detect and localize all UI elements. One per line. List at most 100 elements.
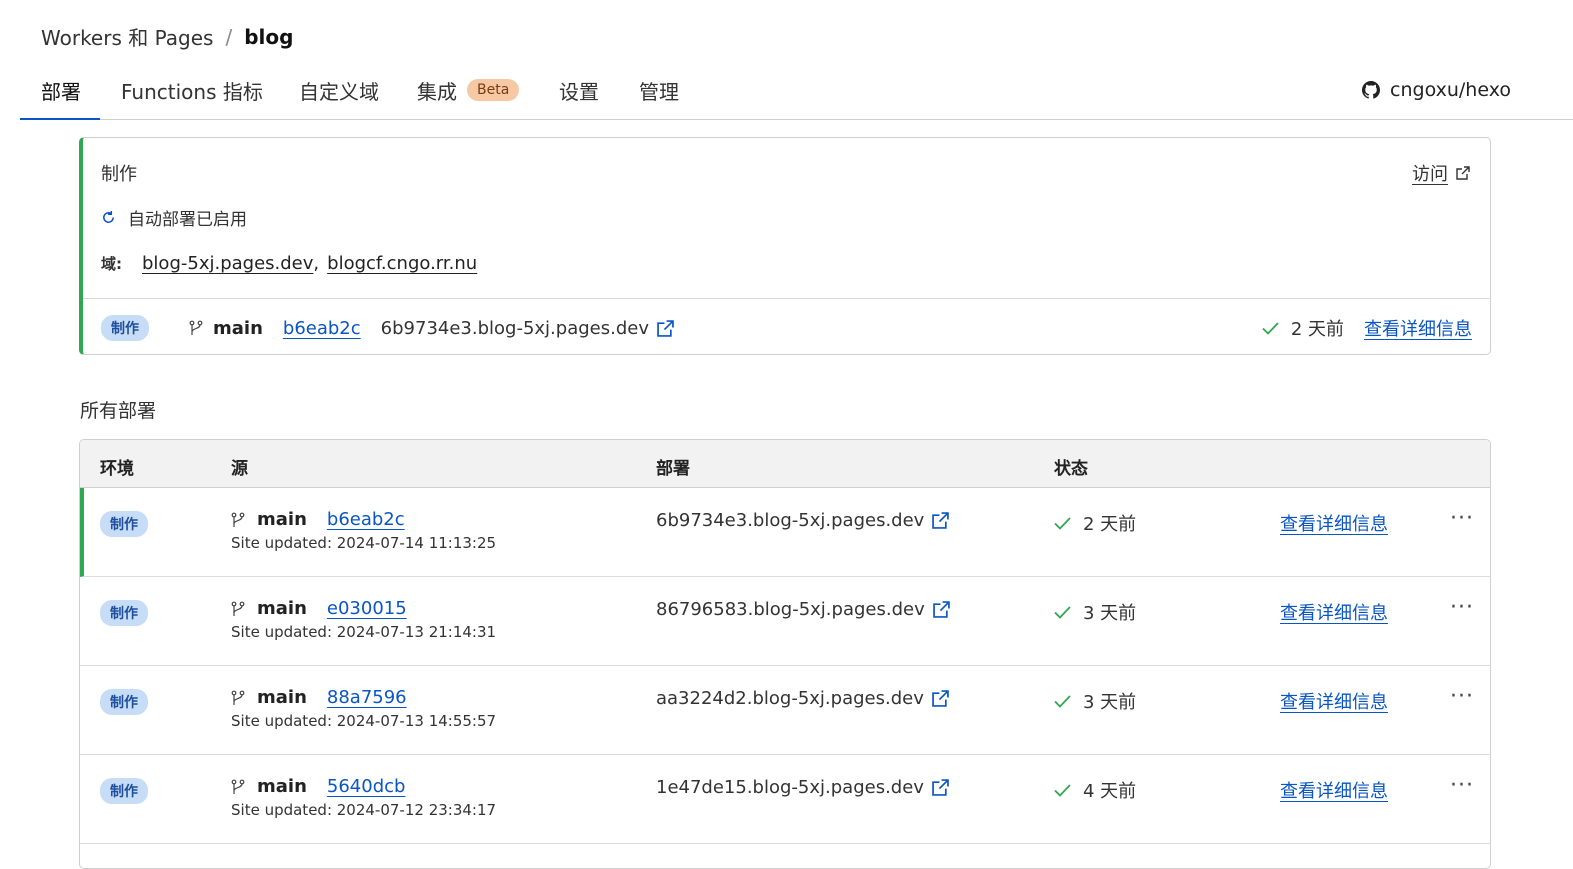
breadcrumb-separator: / <box>225 24 233 49</box>
check-icon <box>1054 783 1071 797</box>
external-link-icon <box>932 512 950 529</box>
tab-manage[interactable]: 管理 <box>639 76 679 104</box>
github-icon <box>1362 81 1381 99</box>
branch-name: main <box>213 317 263 339</box>
deployment-status: 3 天前 <box>1054 688 1136 714</box>
repo-link[interactable]: cngoxu/hexo <box>1362 76 1511 104</box>
commit-link[interactable]: 5640dcb <box>327 776 406 797</box>
branch-name: main <box>257 687 307 708</box>
domain-link[interactable]: blog-5xj.pages.dev <box>142 253 313 274</box>
deployment-url[interactable]: aa3224d2.blog-5xj.pages.dev <box>656 688 949 709</box>
tab-integrations[interactable]: 集成 Beta <box>417 76 520 104</box>
deployment-status: 3 天前 <box>1054 599 1136 625</box>
table-row: 制作 main b6eab2c Site updated: 2024-07-14… <box>80 488 1490 577</box>
header-status: 状态 <box>1054 459 1088 479</box>
deployment-url-text: 6b9734e3.blog-5xj.pages.dev <box>656 510 925 531</box>
deployment-url-text: 6b9734e3.blog-5xj.pages.dev <box>380 317 649 339</box>
deployment-url-text: 86796583.blog-5xj.pages.dev <box>656 599 925 620</box>
view-details-link[interactable]: 查看详细信息 <box>1364 315 1472 341</box>
commit-message: Site updated: 2024-07-12 23:34:17 <box>231 801 497 819</box>
production-title: 制作 <box>101 164 137 185</box>
branch-name: main <box>257 776 307 797</box>
check-icon <box>1054 516 1071 530</box>
more-options-icon[interactable]: ··· <box>1450 506 1474 531</box>
tab-label: 设置 <box>559 79 599 104</box>
deployment-status: 4 天前 <box>1054 777 1136 803</box>
view-details-link[interactable]: 查看详细信息 <box>1280 599 1388 625</box>
tab-label: 部署 <box>41 79 81 104</box>
auto-deploy-status: 自动部署已启用 <box>101 205 247 230</box>
env-badge: 制作 <box>101 315 149 341</box>
commit-link[interactable]: b6eab2c <box>283 318 361 339</box>
check-icon <box>1054 605 1071 619</box>
more-options-icon[interactable]: ··· <box>1450 773 1474 798</box>
table-row: 制作 main e030015 Site updated: 2024-07-13… <box>80 577 1490 666</box>
deployment-url[interactable]: 86796583.blog-5xj.pages.dev <box>656 599 950 620</box>
commit-link[interactable]: 88a7596 <box>327 687 407 708</box>
tab-label: 集成 <box>417 79 457 104</box>
table-row: 制作 main 5640dcb Site updated: 2024-07-12… <box>80 755 1490 844</box>
tab-label: 管理 <box>639 79 679 104</box>
external-link-icon <box>932 779 949 796</box>
env-badge: 制作 <box>100 778 148 804</box>
source-cell: main 88a7596 Site updated: 2024-07-13 14… <box>231 687 496 730</box>
env-badge: 制作 <box>100 689 148 715</box>
commit-message: Site updated: 2024-07-13 14:55:57 <box>231 712 497 730</box>
domain-separator: , <box>313 253 320 274</box>
git-branch-icon <box>231 512 245 527</box>
deployment-url[interactable]: 6b9734e3.blog-5xj.pages.dev <box>381 318 674 339</box>
deployment-status: 2 天前 <box>1262 315 1344 341</box>
more-options-icon[interactable]: ··· <box>1450 684 1474 709</box>
status-text: 2 天前 <box>1290 319 1344 340</box>
tab-functions-metrics[interactable]: Functions 指标 <box>121 76 263 104</box>
git-branch-icon <box>231 779 245 794</box>
visit-link[interactable]: 访问 <box>1412 160 1470 186</box>
external-link-icon <box>932 601 950 618</box>
deployments-table: 环境 源 部署 状态 制作 main b6eab2c Site updated:… <box>79 439 1491 869</box>
branch: main <box>189 318 263 339</box>
production-card: 制作 访问 自动部署已启用 域: blog-5xj.pages.dev , bl… <box>79 137 1491 355</box>
branch-name: main <box>257 598 307 619</box>
tab-label: 自定义域 <box>299 79 379 104</box>
commit-link[interactable]: e030015 <box>327 598 407 619</box>
source-cell: main 5640dcb Site updated: 2024-07-12 23… <box>231 776 496 819</box>
deployment-url[interactable]: 1e47de15.blog-5xj.pages.dev <box>656 777 949 798</box>
external-link-icon <box>657 319 674 337</box>
view-details-link[interactable]: 查看详细信息 <box>1280 688 1388 714</box>
all-deployments-title: 所有部署 <box>80 400 157 422</box>
header-env: 环境 <box>100 459 134 479</box>
check-icon <box>1262 321 1279 335</box>
refresh-icon <box>103 210 114 223</box>
source-cell: main e030015 Site updated: 2024-07-13 21… <box>231 598 496 641</box>
more-options-icon[interactable]: ··· <box>1450 595 1474 620</box>
domains: 域: blog-5xj.pages.dev , blogcf.cngo.rr.n… <box>101 253 477 274</box>
domains-label: 域: <box>101 255 122 273</box>
tab-bar: 部署 Functions 指标 自定义域 集成 Beta 设置 管理 cngox… <box>20 68 1573 120</box>
tab-custom-domains[interactable]: 自定义域 <box>299 76 379 104</box>
status-text: 4 天前 <box>1083 781 1137 802</box>
breadcrumb-parent[interactable]: Workers 和 Pages <box>41 22 213 51</box>
commit-message: Site updated: 2024-07-14 11:13:25 <box>231 534 497 552</box>
visit-label: 访问 <box>1412 164 1448 185</box>
env-badge: 制作 <box>100 600 148 626</box>
commit-message: Site updated: 2024-07-13 21:14:31 <box>231 623 497 641</box>
page-title: blog <box>244 24 294 49</box>
commit-link[interactable]: b6eab2c <box>327 509 405 530</box>
view-details-link[interactable]: 查看详细信息 <box>1280 777 1388 803</box>
deployment-url[interactable]: 6b9734e3.blog-5xj.pages.dev <box>656 510 950 531</box>
table-header: 环境 源 部署 状态 <box>80 440 1490 488</box>
header-deploy: 部署 <box>656 459 690 479</box>
git-branch-icon <box>231 601 245 616</box>
repo-name: cngoxu/hexo <box>1390 79 1511 101</box>
env-badge: 制作 <box>100 511 148 537</box>
check-icon <box>1054 694 1071 708</box>
status-text: 3 天前 <box>1083 603 1137 624</box>
git-branch-icon <box>189 320 203 335</box>
tab-settings[interactable]: 设置 <box>559 76 599 104</box>
view-details-link[interactable]: 查看详细信息 <box>1280 510 1388 536</box>
tab-deployments[interactable]: 部署 <box>41 76 81 104</box>
active-tab-indicator <box>20 118 100 120</box>
domain-link[interactable]: blogcf.cngo.rr.nu <box>327 253 477 274</box>
git-branch-icon <box>231 690 245 705</box>
divider <box>83 298 1490 299</box>
